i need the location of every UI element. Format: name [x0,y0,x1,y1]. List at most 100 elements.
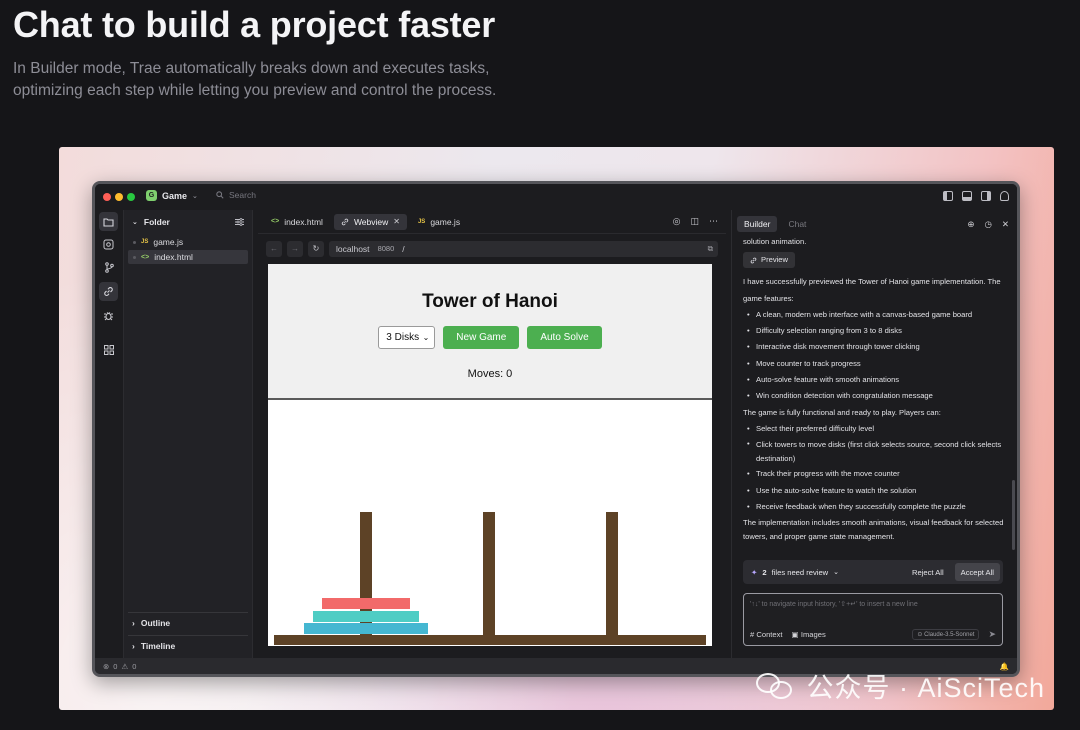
editor-tabs: <> index.html Webview ✕ JS game.js [258,210,726,234]
accept-all-button[interactable]: Accept All [954,563,1000,581]
split-editor-icon[interactable]: ◫ [690,216,699,227]
file-item-index-html[interactable]: <> index.html [128,250,248,264]
toggle-sidebar-icon[interactable] [943,191,953,201]
open-external-icon[interactable]: ⧉ [708,244,713,254]
context-button[interactable]: # Context [750,630,783,639]
minimize-window-button[interactable] [115,193,123,201]
assistant-panel: Builder Chat ⊕ ◷ ✕ solution animation. P… [731,210,1017,658]
search-icon [216,191,224,199]
timeline-section[interactable]: › Timeline [128,635,248,655]
new-game-button[interactable]: New Game [443,326,520,349]
js-file-icon: JS [417,218,426,225]
source-control-icon[interactable] [99,258,118,277]
tab-webview[interactable]: Webview ✕ [333,213,407,230]
hero-subtitle: In Builder mode, Trae automatically brea… [13,60,497,99]
model-icon: ⊙ [917,632,923,638]
link-icon [750,257,757,264]
disk-medium[interactable] [313,611,419,622]
title-bar: G Game ⌄ Search [95,184,1017,210]
back-arrow-icon[interactable]: ← [266,240,282,257]
tree-dot [133,240,136,244]
history-icon[interactable]: ◷ [984,219,991,230]
disk-small[interactable] [322,598,410,609]
model-label: Claude-3.5-Sonnet [924,632,975,638]
error-icon[interactable]: ⊗ [103,662,109,671]
model-selector[interactable]: ⊙ Claude-3.5-Sonnet [912,629,980,640]
ide-window: G Game ⌄ Search ⌄ Folder JS game.js <> i… [92,181,1020,677]
timeline-label: Timeline [140,640,176,651]
disks-select-value: 3 Disks [386,332,420,343]
scrollbar[interactable] [1012,480,1015,550]
toggle-panel-icon[interactable] [962,191,972,201]
list-item: A clean, modern web interface with a can… [743,307,1007,324]
project-name: Game [162,190,188,201]
tree-dot [133,255,136,259]
watermark-text: 公众号 · AiSciTech [806,673,1045,703]
game-header: Tower of Hanoi 3 Disks ⌄ New Game Auto S… [268,264,712,400]
hash-icon: # [750,630,755,639]
webview-link-icon[interactable] [99,282,118,301]
project-switcher[interactable]: G Game ⌄ [146,190,198,201]
chat-input-placeholder: '↑↓' to navigate input history, '⇧+↵' to… [750,601,918,608]
explorer-icon[interactable] [99,212,118,231]
project-badge: G [146,190,157,201]
game-title: Tower of Hanoi [422,291,558,312]
outline-section[interactable]: › Outline [128,612,248,632]
tab-game-js[interactable]: JS game.js [411,214,467,230]
close-window-button[interactable] [103,193,111,201]
extensions-icon[interactable] [99,340,118,359]
chat-input[interactable]: '↑↓' to navigate input history, '⇧+↵' to… [743,593,1003,646]
compass-icon[interactable]: ◎ [673,216,681,227]
forward-arrow-icon[interactable]: → [287,240,303,257]
context-label: Context [756,630,783,639]
html-file-icon: <> [141,253,150,261]
folder-header[interactable]: ⌄ Folder [132,217,244,227]
filter-settings-icon[interactable] [235,218,244,226]
search-input[interactable]: Search [216,190,256,200]
reject-all-button[interactable]: Reject All [906,563,950,581]
moves-counter: Moves: 0 [467,368,513,380]
folder-label: Folder [143,217,170,227]
message-text: The implementation includes smooth anima… [743,518,1004,541]
url-input[interactable]: localhost 8080 / ⧉ [329,240,718,257]
list-item: Auto-solve feature with smooth animation… [743,372,1007,389]
disk-large[interactable] [304,623,428,634]
html-file-icon: <> [271,218,280,225]
list-item: Interactive disk movement through tower … [743,339,1007,356]
chevron-down-icon: ⌄ [422,333,430,342]
images-label: Images [800,630,826,639]
tab-builder[interactable]: Builder [737,216,778,232]
tower-rod-2[interactable] [483,512,495,638]
tab-index-html[interactable]: <> index.html [264,214,330,230]
chevron-right-icon: › [132,617,135,628]
url-path: / [402,243,405,254]
new-chat-icon[interactable]: ⊕ [967,219,974,230]
reload-icon[interactable]: ↻ [308,240,324,257]
disks-select[interactable]: 3 Disks ⌄ [378,326,436,349]
tower-rod-3[interactable] [606,512,618,638]
auto-solve-button[interactable]: Auto Solve [527,326,602,349]
list-item: Use the auto-solve feature to watch the … [743,483,1007,500]
account-icon[interactable] [1000,191,1009,201]
images-button[interactable]: ▣ Images [792,630,826,639]
close-tab-icon[interactable]: ✕ [393,217,400,226]
review-label[interactable]: files need review [772,568,829,577]
close-icon[interactable]: ✕ [1002,219,1009,230]
file-item-game-js[interactable]: JS game.js [128,235,248,249]
assistant-message: solution animation. Preview I have succe… [743,237,1007,543]
search-view-icon[interactable] [99,235,118,254]
toggle-aux-sidebar-icon[interactable] [981,191,991,201]
tab-label: game.js [430,216,461,227]
maximize-window-button[interactable] [127,193,135,201]
chevron-down-icon[interactable]: ⌄ [833,568,839,576]
url-port: 8080 [377,244,395,253]
more-icon[interactable]: ⋯ [709,216,718,227]
send-icon[interactable]: ➤ [988,629,996,640]
search-placeholder: Search [229,190,256,200]
tab-chat[interactable]: Chat [781,216,813,232]
watermark: 公众号 · AiSciTech [756,666,1045,705]
warning-icon[interactable]: ⚠ [121,662,128,671]
debug-icon[interactable] [99,306,118,325]
preview-button[interactable]: Preview [743,252,796,269]
message-text: The game is fully functional and ready t… [743,407,941,417]
